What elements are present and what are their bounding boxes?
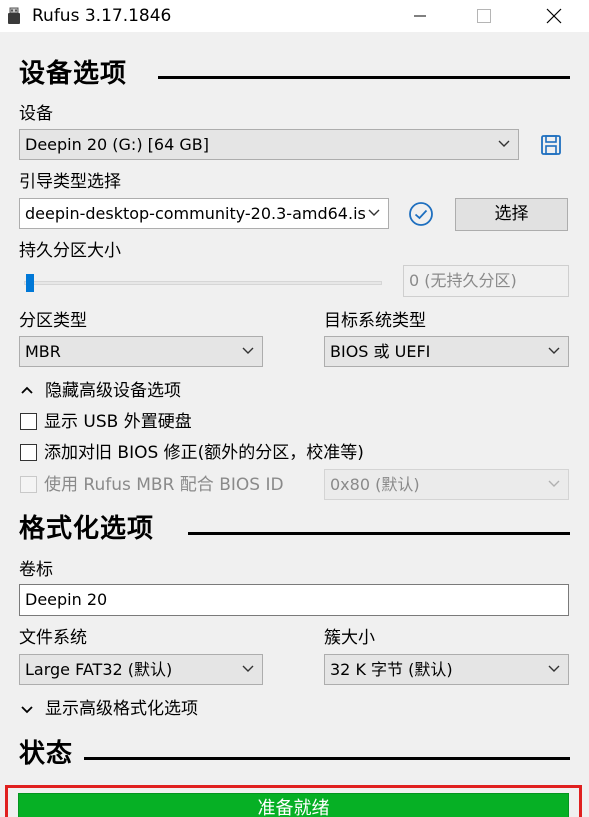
persistent-size-slider[interactable] bbox=[24, 281, 382, 285]
file-system-value: Large FAT32 (默认) bbox=[25, 660, 173, 679]
chevron-down-icon bbox=[548, 665, 560, 672]
hide-advanced-device-label: 隐藏高级设备选项 bbox=[45, 381, 181, 401]
file-system-label: 文件系统 bbox=[19, 628, 87, 648]
target-system-label: 目标系统类型 bbox=[324, 311, 426, 331]
chevron-down-icon bbox=[368, 209, 380, 216]
boot-selection-label: 引导类型选择 bbox=[19, 172, 121, 192]
usb-hdd-label: 显示 USB 外置硬盘 bbox=[44, 412, 192, 432]
close-button[interactable] bbox=[530, 0, 578, 32]
show-advanced-format-label: 显示高级格式化选项 bbox=[45, 699, 198, 719]
device-section-title: 设备选项 bbox=[19, 59, 128, 89]
file-system-dropdown[interactable]: Large FAT32 (默认) bbox=[19, 654, 263, 685]
maximize-button[interactable] bbox=[460, 0, 508, 32]
show-advanced-format-toggle[interactable]: 显示高级格式化选项 bbox=[19, 698, 219, 720]
target-system-dropdown[interactable]: BIOS 或 UEFI bbox=[324, 336, 569, 367]
section-divider bbox=[188, 532, 570, 535]
volume-label-input[interactable]: Deepin 20 bbox=[19, 584, 569, 616]
hide-advanced-device-toggle[interactable]: 隐藏高级设备选项 bbox=[19, 380, 199, 402]
partition-scheme-dropdown[interactable]: MBR bbox=[19, 336, 263, 367]
rufus-mbr-label: 使用 Rufus MBR 配合 BIOS ID bbox=[44, 475, 284, 495]
cluster-size-label: 簇大小 bbox=[324, 628, 375, 648]
window-title: Rufus 3.17.1846 bbox=[32, 6, 172, 26]
bios-id-dropdown: 0x80 (默认) bbox=[324, 469, 569, 500]
status-section-title: 状态 bbox=[19, 739, 74, 769]
status-progress-bar: 准备就绪 bbox=[18, 793, 569, 817]
usb-drive-icon bbox=[5, 7, 23, 25]
bios-id-value: 0x80 (默认) bbox=[330, 475, 420, 494]
chevron-down-icon bbox=[548, 347, 560, 354]
chevron-down-icon bbox=[242, 347, 254, 354]
old-bios-fix-checkbox[interactable] bbox=[20, 444, 37, 461]
device-dropdown[interactable]: Deepin 20 (G:) [64 GB] bbox=[19, 129, 519, 160]
chevron-up-icon bbox=[21, 386, 33, 394]
device-value: Deepin 20 (G:) [64 GB] bbox=[25, 135, 209, 154]
usb-hdd-checkbox[interactable] bbox=[20, 413, 37, 430]
boot-selection-dropdown[interactable]: deepin-desktop-community-20.3-amd64.is bbox=[19, 198, 389, 229]
chevron-down-icon bbox=[21, 706, 33, 714]
chevron-down-icon bbox=[498, 140, 510, 147]
format-section-title: 格式化选项 bbox=[19, 514, 155, 544]
partition-scheme-label: 分区类型 bbox=[19, 311, 87, 331]
title-bar: Rufus 3.17.1846 bbox=[0, 0, 589, 32]
volume-label-label: 卷标 bbox=[19, 560, 53, 580]
persistent-size-field: 0 (无持久分区) bbox=[403, 265, 569, 297]
check-circle-icon[interactable] bbox=[408, 201, 434, 231]
floppy-save-icon[interactable] bbox=[540, 134, 562, 160]
slider-thumb[interactable] bbox=[26, 274, 34, 292]
select-image-button[interactable]: 选择 bbox=[455, 198, 568, 231]
section-divider bbox=[158, 76, 570, 79]
persistent-partition-label: 持久分区大小 bbox=[19, 241, 121, 261]
device-label: 设备 bbox=[19, 104, 53, 124]
target-system-value: BIOS 或 UEFI bbox=[330, 342, 431, 361]
rufus-mbr-checkbox bbox=[20, 476, 37, 493]
chevron-down-icon bbox=[242, 665, 254, 672]
partition-scheme-value: MBR bbox=[25, 342, 61, 361]
minimize-button[interactable] bbox=[396, 0, 444, 32]
cluster-size-dropdown[interactable]: 32 K 字节 (默认) bbox=[324, 654, 569, 685]
cluster-size-value: 32 K 字节 (默认) bbox=[330, 660, 453, 679]
boot-selection-value: deepin-desktop-community-20.3-amd64.is bbox=[25, 204, 366, 223]
old-bios-fix-label: 添加对旧 BIOS 修正(额外的分区，校准等) bbox=[44, 443, 364, 463]
section-divider bbox=[84, 757, 570, 760]
chevron-down-icon bbox=[548, 480, 560, 487]
